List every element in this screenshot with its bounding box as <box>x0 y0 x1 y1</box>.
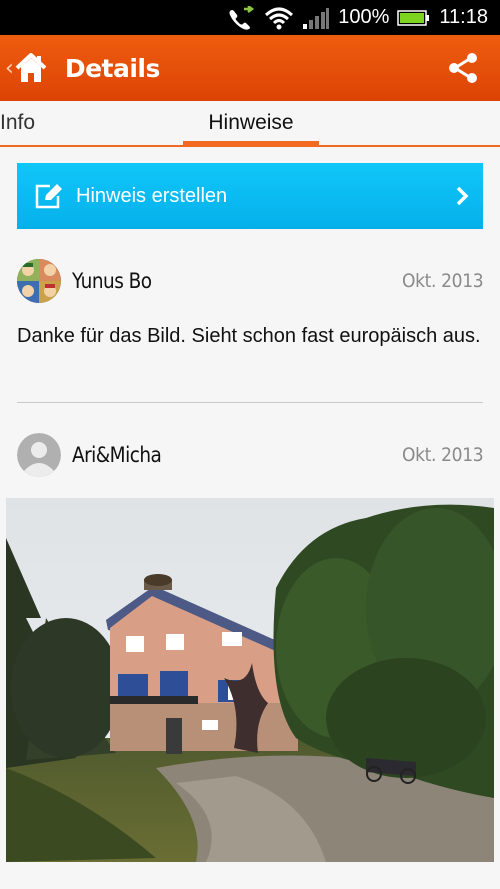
edit-icon <box>35 184 62 209</box>
comment-photo[interactable] <box>6 498 494 862</box>
comment-author[interactable]: Ari&Micha <box>72 443 162 467</box>
battery-percent: 100% <box>338 6 390 28</box>
signal-icon <box>303 7 330 29</box>
comment-header: Ari&Micha Okt. 2013 <box>17 433 483 477</box>
divider <box>17 402 483 403</box>
avatar[interactable] <box>17 259 61 303</box>
avatar-placeholder[interactable] <box>17 433 61 477</box>
comment-text: Danke für das Bild. Sieht schon fast eur… <box>17 325 481 347</box>
share-button[interactable] <box>448 52 478 89</box>
clock: 11:18 <box>439 6 488 28</box>
battery-icon <box>397 9 430 26</box>
create-note-label: Hinweis erstellen <box>76 184 228 207</box>
home-up-button[interactable]: ‹ <box>0 35 47 101</box>
share-icon <box>449 53 477 83</box>
page-title: Details <box>64 53 161 83</box>
house-photo <box>6 498 494 862</box>
wifi-icon <box>265 7 294 29</box>
home-icon <box>15 53 47 82</box>
status-bar: 100% 11:18 <box>0 0 500 35</box>
tab-hinweise[interactable]: Hinweise <box>183 101 319 145</box>
action-bar: ‹ Details <box>0 35 500 101</box>
back-chevron-icon: ‹ <box>5 55 14 81</box>
comment-header: Yunus Bo Okt. 2013 <box>17 259 483 303</box>
tab-info[interactable]: Info <box>0 101 35 145</box>
tab-bar: Info Hinweise <box>0 101 500 147</box>
tab-selected-indicator <box>183 141 319 146</box>
call-forward-icon <box>229 5 255 30</box>
comment-date: Okt. 2013 <box>401 444 484 466</box>
person-icon <box>17 433 61 477</box>
comment-date: Okt. 2013 <box>401 270 484 292</box>
create-note-button[interactable]: Hinweis erstellen <box>17 163 483 229</box>
comment-author[interactable]: Yunus Bo <box>72 269 152 293</box>
chevron-right-icon <box>456 186 469 206</box>
